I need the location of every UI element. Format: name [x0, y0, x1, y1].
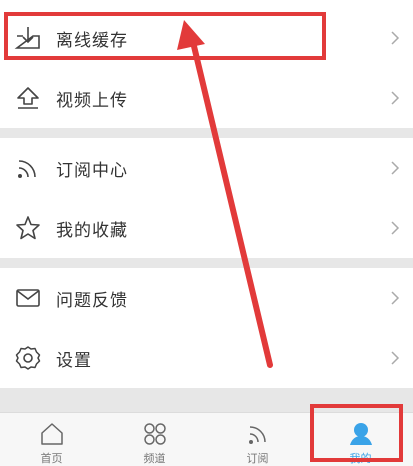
section-gap — [0, 128, 413, 138]
star-icon — [14, 214, 42, 242]
menu-item-label: 离线缓存 — [56, 30, 128, 51]
menu-item-subscription-center[interactable]: 订阅中心 — [0, 138, 413, 198]
user-icon — [348, 421, 374, 447]
download-icon — [14, 24, 42, 52]
tab-channels[interactable]: 频道 — [103, 413, 206, 466]
menu-item-label: 问题反馈 — [56, 290, 128, 311]
section-gap — [0, 258, 413, 268]
tab-bar: 首页 频道 订阅 我的 — [0, 412, 413, 466]
tab-label: 频道 — [143, 452, 166, 465]
rss-icon — [245, 421, 271, 447]
menu-item-label: 设置 — [56, 350, 92, 371]
menu-item-label: 订阅中心 — [56, 160, 128, 181]
upload-icon — [14, 84, 42, 112]
tab-label: 首页 — [40, 452, 63, 465]
gear-icon — [14, 344, 42, 372]
home-icon — [39, 421, 65, 447]
chevron-right-icon — [389, 29, 401, 47]
mail-icon — [14, 284, 42, 312]
menu-item-label: 视频上传 — [56, 90, 128, 111]
grid-icon — [142, 421, 168, 447]
tab-home[interactable]: 首页 — [0, 413, 103, 466]
chevron-right-icon — [389, 349, 401, 367]
menu-item-feedback[interactable]: 问题反馈 — [0, 268, 413, 328]
menu-item-offline-cache[interactable]: 离线缓存 — [0, 8, 413, 68]
tab-mine[interactable]: 我的 — [309, 413, 412, 466]
menu-item-favorites[interactable]: 我的收藏 — [0, 198, 413, 258]
rss-icon — [14, 154, 42, 182]
tab-label: 订阅 — [246, 452, 269, 465]
menu-item-video-upload[interactable]: 视频上传 — [0, 68, 413, 128]
chevron-right-icon — [389, 89, 401, 107]
chevron-right-icon — [389, 219, 401, 237]
menu-item-settings[interactable]: 设置 — [0, 328, 413, 388]
menu-item-label: 我的收藏 — [56, 220, 128, 241]
chevron-right-icon — [389, 159, 401, 177]
tab-label: 我的 — [349, 452, 372, 465]
chevron-right-icon — [389, 289, 401, 307]
section-gap — [0, 388, 413, 412]
tab-subscriptions[interactable]: 订阅 — [206, 413, 309, 466]
